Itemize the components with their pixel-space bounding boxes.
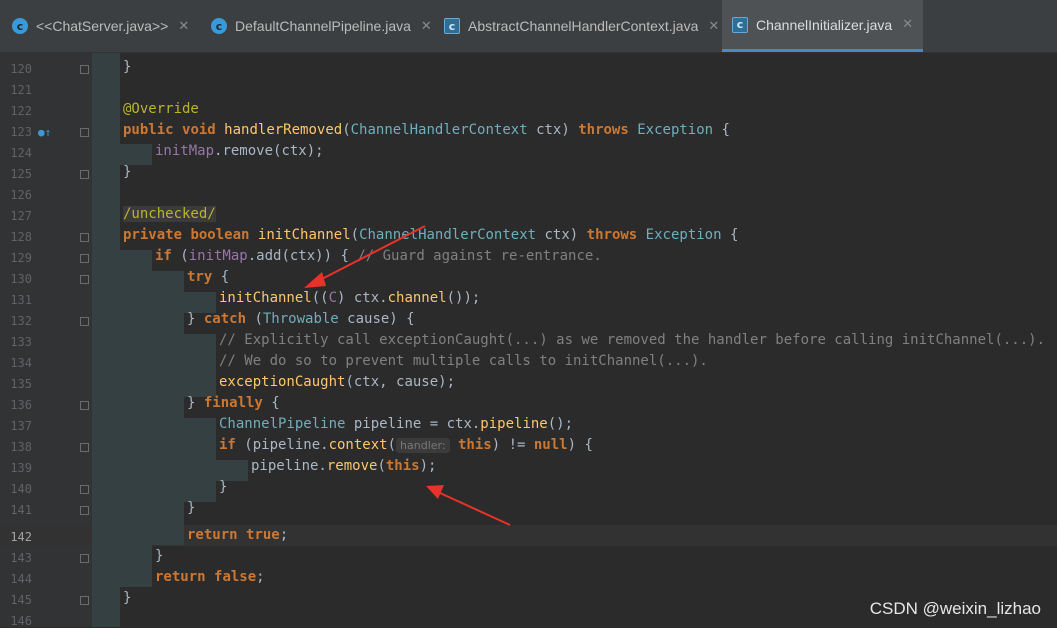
class-icon: c — [211, 18, 227, 34]
abstract-class-icon: c — [732, 16, 748, 33]
arrow-head-icon — [304, 272, 326, 288]
annotation-arrows — [304, 225, 511, 526]
close-icon[interactable]: ✕ — [178, 19, 189, 34]
tab-label: <<ChatServer.java>> — [36, 18, 169, 34]
tab-label: AbstractChannelHandlerContext.java — [468, 18, 699, 34]
close-icon[interactable]: ✕ — [902, 17, 913, 32]
close-icon[interactable]: ✕ — [421, 19, 432, 34]
watermark: CSDN @weixin_lizhao — [869, 599, 1041, 618]
code-editor[interactable]: 120 121 122 123 124 125 126 127 128 129 … — [0, 53, 1057, 628]
close-icon[interactable]: ✕ — [708, 19, 719, 34]
tab-defaultchannelpipeline[interactable]: c DefaultChannelPipeline.java ✕ — [211, 0, 432, 52]
tab-label: DefaultChannelPipeline.java — [235, 18, 411, 34]
tab-chatserver[interactable]: c <<ChatServer.java>> ✕ — [12, 0, 189, 52]
class-icon: c — [12, 18, 28, 34]
tab-label: ChannelInitializer.java — [756, 16, 893, 33]
abstract-class-icon: c — [444, 18, 460, 34]
tab-channelinitializer[interactable]: c ChannelInitializer.java ✕ — [722, 0, 924, 52]
editor-tab-bar: c <<ChatServer.java>> ✕ c DefaultChannel… — [0, 0, 1057, 53]
arrow-to-initchannel — [317, 225, 426, 282]
tab-abstractchannelhandlercontext[interactable]: c AbstractChannelHandlerContext.java ✕ — [444, 0, 719, 52]
arrow-head-icon — [426, 485, 444, 499]
arrow-to-remove — [439, 492, 511, 526]
